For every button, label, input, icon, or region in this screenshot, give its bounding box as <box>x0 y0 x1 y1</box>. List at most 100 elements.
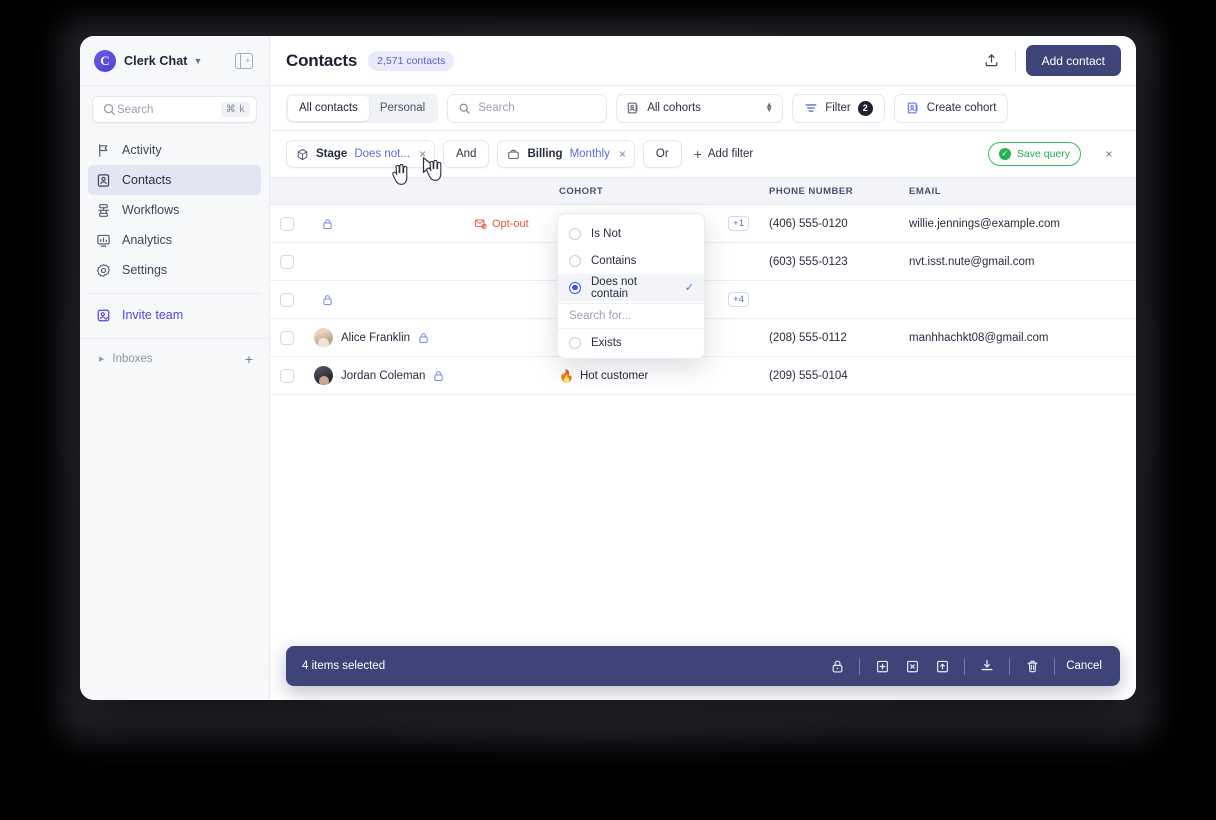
sidebar-item-label: Invite team <box>122 308 184 322</box>
row-checkbox[interactable] <box>280 292 294 307</box>
app-window: C Clerk Chat ▼ + Search ⌘ k Activity Con… <box>80 36 1136 700</box>
sidebar-item-analytics[interactable]: Analytics <box>88 225 261 255</box>
trash-icon <box>1027 660 1038 672</box>
row-checkbox-cell[interactable] <box>270 356 304 395</box>
folder-remove-button[interactable] <box>899 654 925 678</box>
dropdown-search-input[interactable]: Search for... <box>558 303 704 329</box>
row-checkbox[interactable] <box>280 216 294 231</box>
folder-move-icon <box>936 660 948 672</box>
analytics-icon <box>97 234 110 247</box>
action-divider <box>859 657 861 675</box>
radio-icon[interactable] <box>569 227 581 240</box>
delete-button[interactable] <box>1019 654 1045 678</box>
panel-toggle-button[interactable]: + <box>231 48 257 74</box>
cohort-name: Hot customer <box>579 369 649 382</box>
sidebar-divider <box>88 293 261 294</box>
row-checkbox[interactable] <box>280 330 294 345</box>
dropdown-option-exists[interactable]: Exists <box>558 329 704 356</box>
avatar <box>314 366 333 385</box>
contacts-count-badge: 2,571 contacts <box>368 50 455 71</box>
folder-add-button[interactable] <box>869 654 895 678</box>
mail-off-icon <box>474 219 487 229</box>
app-logo: C <box>94 49 116 72</box>
contacts-toolbar: All contacts Personal Search All cohorts… <box>270 86 1136 131</box>
sidebar-item-invite-team[interactable]: Invite team <box>88 300 261 330</box>
chevron-right-icon[interactable]: ▶ <box>99 355 104 363</box>
add-contact-button[interactable]: Add contact <box>1025 45 1121 76</box>
table-row[interactable]: Jordan Coleman 🔥 Hot customer (209) 555-… <box>270 356 1136 395</box>
lock-button[interactable] <box>824 654 850 678</box>
filter-chip-stage-remove[interactable]: × <box>417 148 426 160</box>
radio-icon[interactable] <box>569 336 581 349</box>
sidebar-item-contacts[interactable]: Contacts <box>88 165 261 195</box>
sidebar-item-activity[interactable]: Activity <box>88 135 261 165</box>
column-select-all[interactable] <box>270 177 304 205</box>
dropdown-option-label: Is Not <box>591 227 622 240</box>
sidebar-search-input[interactable]: Search ⌘ k <box>92 96 257 123</box>
dropdown-option-contains[interactable]: Contains <box>558 247 704 274</box>
row-checkbox-cell[interactable] <box>270 280 304 319</box>
briefcase-icon <box>508 149 520 159</box>
search-icon <box>459 103 470 114</box>
brand-row[interactable]: C Clerk Chat ▼ + <box>80 36 269 86</box>
row-phone-cell: (406) 555-0120 <box>759 204 899 243</box>
contacts-search-input[interactable]: Search <box>447 93 608 123</box>
check-circle-icon: ✓ <box>998 148 1011 160</box>
sidebar-nav: Activity Contacts Workflows Analytics Se… <box>80 131 269 330</box>
filter-chip-billing-value[interactable]: Monthly <box>570 148 610 160</box>
sidebar-section-inboxes[interactable]: ▶ Inboxes + <box>88 345 261 373</box>
sidebar: C Clerk Chat ▼ + Search ⌘ k Activity Con… <box>80 36 270 700</box>
dropdown-option-is-not[interactable]: Is Not <box>558 220 704 247</box>
cohort-overflow-badge[interactable]: +4 <box>728 292 749 307</box>
contact-card-icon <box>627 102 638 114</box>
column-email: EMAIL <box>899 177 1136 205</box>
row-email-cell: manhhachkt08@gmail.com <box>899 318 1136 357</box>
sidebar-item-settings[interactable]: Settings <box>88 255 261 285</box>
filter-chip-billing-remove[interactable]: × <box>617 148 626 160</box>
cohort-select[interactable]: All cohorts ▲ ▼ <box>616 93 784 123</box>
cohort-overflow-badge[interactable]: +1 <box>728 216 749 231</box>
filter-chip-stage-value[interactable]: Does not... <box>354 148 410 160</box>
cancel-selection-button[interactable]: Cancel <box>1064 660 1106 672</box>
filter-operator-or[interactable]: Or <box>642 140 682 168</box>
row-checkbox-cell[interactable] <box>270 242 304 281</box>
tab-personal[interactable]: Personal <box>369 96 436 121</box>
row-checkbox-cell[interactable] <box>270 204 304 243</box>
tab-all-contacts[interactable]: All contacts <box>288 95 369 121</box>
add-filter-button[interactable]: + Add filter <box>690 147 758 161</box>
contact-name: Alice Franklin <box>341 331 411 344</box>
download-button[interactable] <box>974 654 1000 678</box>
row-checkbox-cell[interactable] <box>270 318 304 357</box>
dropdown-option-label: Does not contain <box>591 275 638 300</box>
sidebar-item-label: Activity <box>122 143 162 157</box>
folder-move-button[interactable] <box>929 654 955 678</box>
sidebar-divider-2 <box>80 338 269 339</box>
add-inbox-button[interactable]: + <box>245 352 253 366</box>
chevron-down-icon[interactable]: ▼ <box>194 56 203 66</box>
search-icon <box>103 103 116 116</box>
filter-chip-stage[interactable]: Stage Does not... × <box>286 140 435 168</box>
dropdown-option-does-not-contain[interactable]: Does not contain ✓ <box>558 274 704 301</box>
sidebar-item-workflows[interactable]: Workflows <box>88 195 261 225</box>
gear-icon <box>96 263 111 277</box>
row-checkbox[interactable] <box>280 254 294 269</box>
clear-filters-button[interactable]: × <box>1098 143 1120 165</box>
sidebar-search-wrap: Search ⌘ k <box>80 86 269 131</box>
row-checkbox[interactable] <box>280 368 294 383</box>
filter-chip-billing-label: Billing <box>527 148 563 160</box>
radio-icon-selected[interactable] <box>569 281 581 294</box>
opt-out-badge: Opt-out <box>474 217 539 230</box>
filter-chip-billing[interactable]: Billing Monthly × <box>497 140 635 168</box>
row-tag-cell <box>464 242 549 281</box>
create-cohort-button[interactable]: Create cohort <box>893 93 1009 123</box>
sidebar-item-label: Settings <box>122 263 168 277</box>
save-query-button[interactable]: ✓ Save query <box>987 142 1081 166</box>
column-cohort: COHORT <box>549 177 759 205</box>
row-tag-cell <box>464 318 549 357</box>
radio-icon[interactable] <box>569 254 581 267</box>
upload-button[interactable] <box>979 48 1005 74</box>
flag-icon <box>99 143 108 157</box>
filter-operator-and[interactable]: And <box>442 140 490 168</box>
page-header: Contacts 2,571 contacts Add contact <box>270 36 1136 86</box>
filter-button[interactable]: Filter 2 <box>792 93 885 123</box>
